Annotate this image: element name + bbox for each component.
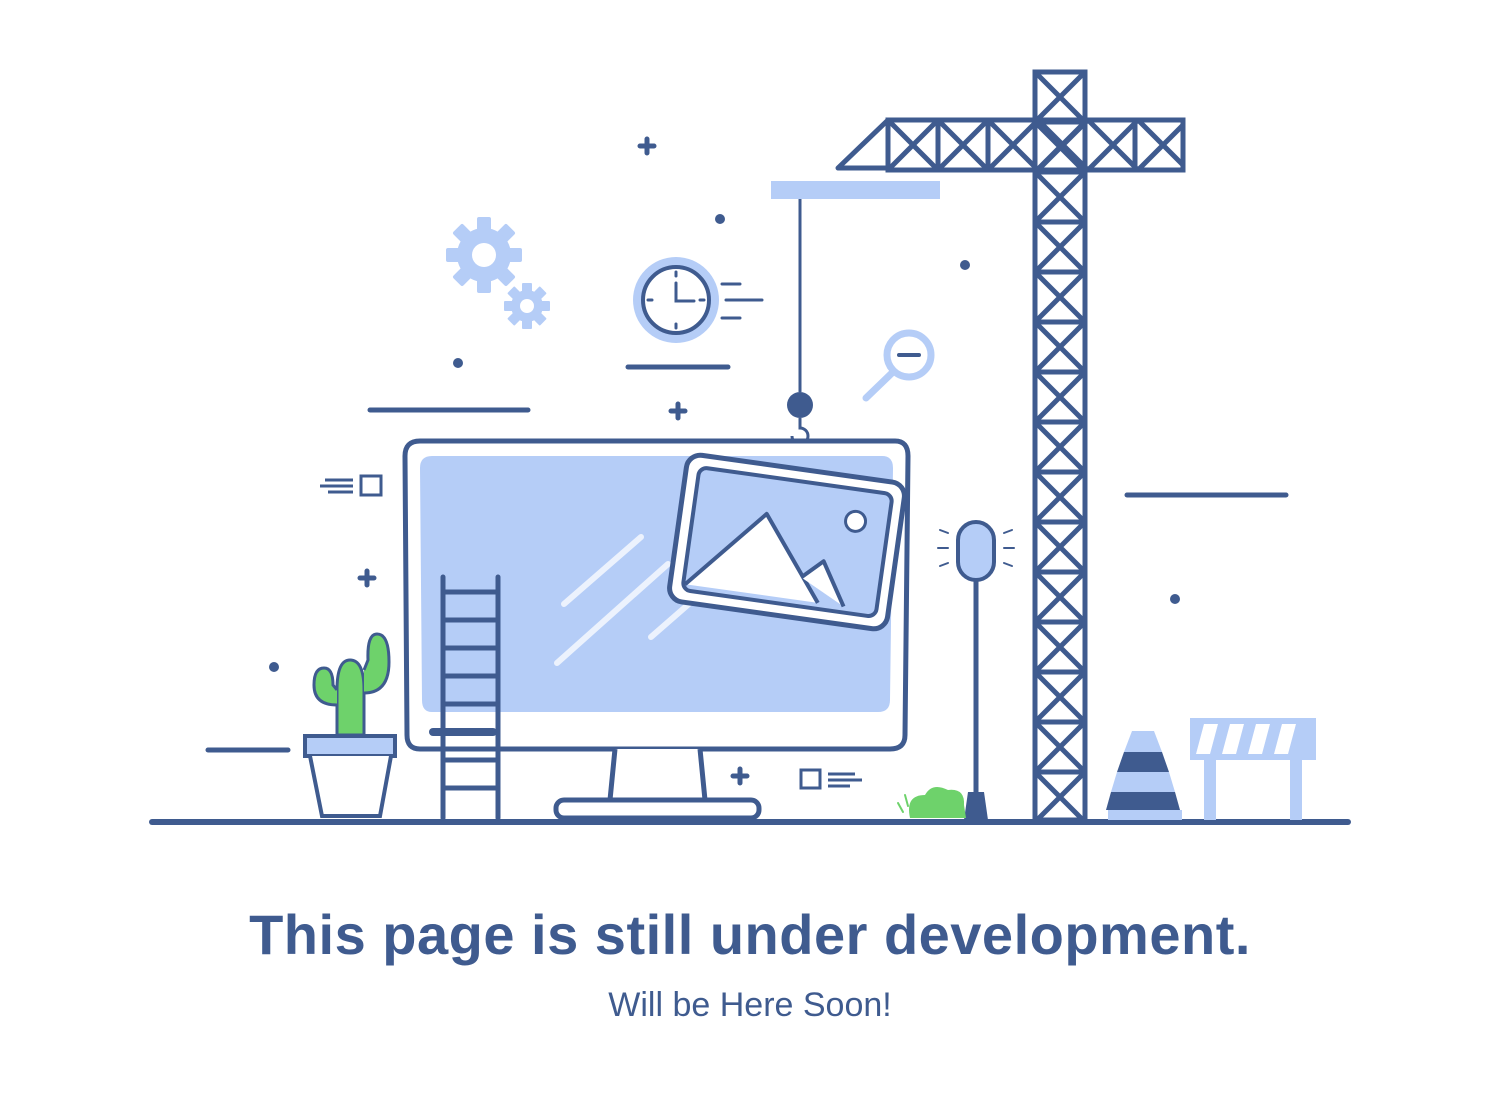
traffic-cone xyxy=(1106,731,1182,820)
gears-icon xyxy=(446,217,550,329)
image-icon xyxy=(667,452,907,632)
cactus-plant xyxy=(303,632,397,818)
page-subtitle: Will be Here Soon! xyxy=(608,986,892,1024)
lamp-post xyxy=(937,520,1015,820)
bush-plant xyxy=(897,786,966,818)
crane-hook xyxy=(724,181,940,480)
road-barrier xyxy=(1190,718,1316,820)
clock-icon xyxy=(633,257,764,343)
page-title: This page is still under development. xyxy=(249,903,1251,966)
construction-illustration xyxy=(149,69,1351,825)
zoom-out-icon xyxy=(862,329,935,402)
